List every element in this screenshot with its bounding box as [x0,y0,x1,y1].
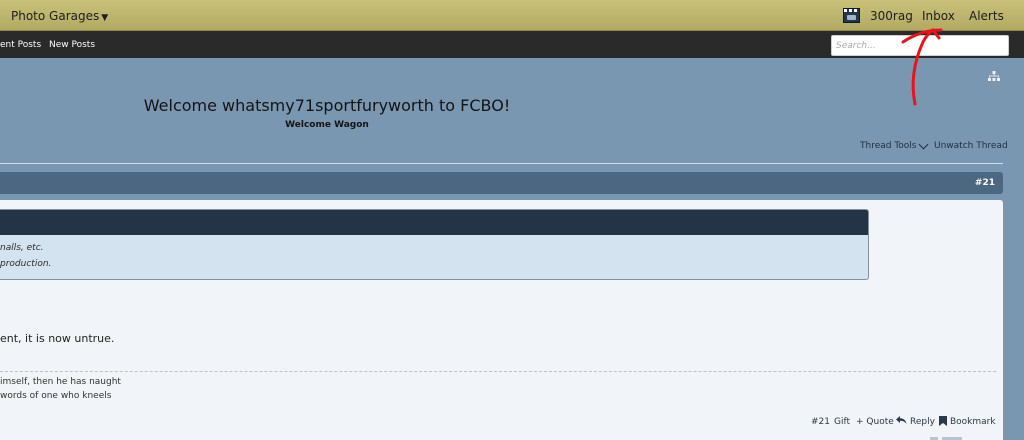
annotation-arrow [901,28,943,106]
recent-posts-link[interactable]: ent Posts [0,40,41,50]
post-header: #21 [0,172,1003,194]
inbox-link[interactable]: Inbox [922,9,955,23]
divider [0,163,1003,164]
signature-text: imself, then he has naught [0,377,121,387]
notice-box: nalls, etc. production. [0,209,869,280]
gift-button[interactable]: Gift [834,417,850,427]
post-permalink[interactable]: #21 [811,417,830,427]
notice-header [0,210,868,235]
top-bar: Photo Garages ▼ 300rag Inbox Alerts [0,0,1024,31]
reply-button[interactable]: Reply [910,417,935,427]
alerts-link[interactable]: Alerts [969,9,1004,23]
quote-button[interactable]: + Quote [856,417,894,427]
username-link[interactable]: 300rag [870,9,913,23]
caret-down-icon: ▼ [101,13,109,23]
thread-tools-menu[interactable]: Thread Tools [860,139,930,151]
new-posts-link[interactable]: New Posts [49,40,95,50]
bookmark-icon[interactable] [939,416,947,426]
reply-icon[interactable] [896,415,907,425]
brand-label: Photo Garages [11,9,100,23]
thread-title: Welcome whatsmy71sportfuryworth to FCBO! [143,96,511,115]
unwatch-thread-link[interactable]: Unwatch Thread [934,141,1008,151]
sitemap-icon[interactable] [988,71,1000,81]
signature-text: words of one who kneels [0,391,112,401]
post-body: nalls, etc. production. ent, it is now u… [0,200,1003,440]
chevron-down-icon [918,139,928,150]
post-number-link[interactable]: #21 [975,178,995,188]
notice-text: nalls, etc. [0,243,44,253]
notice-text: production. [0,259,52,269]
thread-tools-label: Thread Tools [860,141,917,151]
user-avatar-icon[interactable] [843,8,860,23]
post-text: ent, it is now untrue. [0,332,115,345]
brand-menu[interactable]: Photo Garages ▼ [11,9,108,23]
cut-off-content [930,437,962,440]
bookmark-button[interactable]: Bookmark [950,417,996,427]
forum-name-link[interactable]: Welcome Wagon [0,120,654,130]
signature-divider [0,371,996,372]
